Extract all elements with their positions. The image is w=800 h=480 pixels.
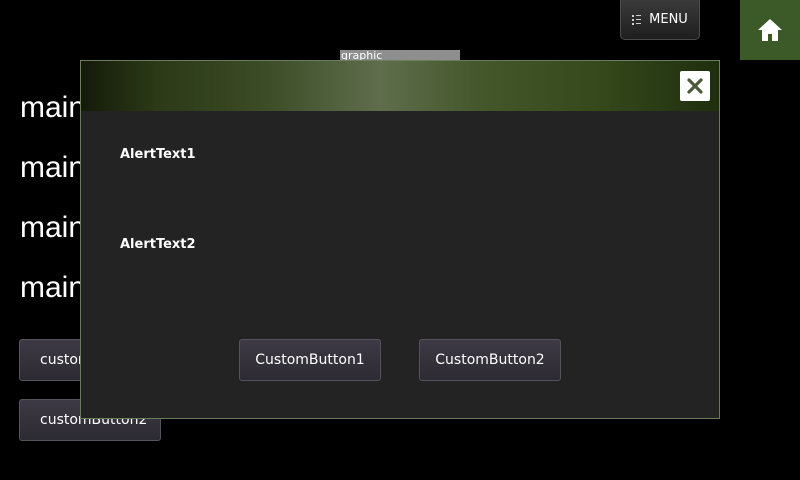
- alert-dialog: AlertText1 AlertText2 CustomButton1 Cust…: [80, 60, 720, 419]
- home-icon: [758, 19, 782, 41]
- dialog-custom-button-2[interactable]: CustomButton2: [419, 339, 561, 381]
- app-screen: MENU graphic main main main main customB…: [0, 0, 800, 480]
- close-icon: [687, 78, 703, 94]
- dialog-header: [81, 61, 719, 111]
- menu-list-icon: [632, 14, 642, 25]
- alert-text-1: AlertText1: [120, 147, 196, 162]
- main-list-item[interactable]: main: [20, 268, 85, 308]
- alert-text-2: AlertText2: [120, 237, 196, 252]
- main-list-item[interactable]: main: [20, 208, 85, 248]
- main-list-item[interactable]: main: [20, 88, 85, 128]
- dialog-custom-button-1[interactable]: CustomButton1: [239, 339, 381, 381]
- home-button[interactable]: [740, 0, 800, 60]
- menu-button-label: MENU: [649, 12, 688, 27]
- main-list-item[interactable]: main: [20, 148, 85, 188]
- close-button[interactable]: [680, 71, 710, 101]
- menu-button[interactable]: MENU: [620, 0, 700, 40]
